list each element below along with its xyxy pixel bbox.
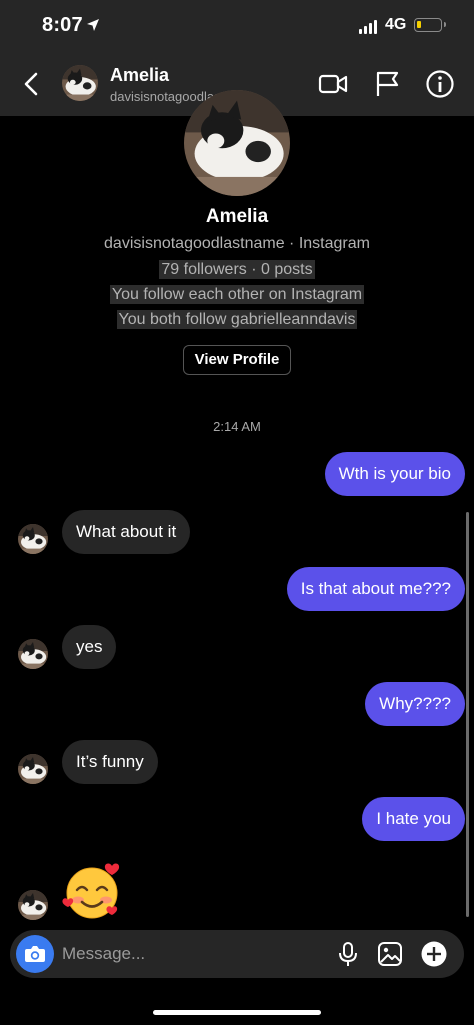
flag-icon[interactable] [372, 68, 404, 100]
message-received[interactable]: It’s funny [62, 740, 158, 784]
battery-icon [414, 18, 446, 32]
home-indicator[interactable] [153, 1010, 321, 1015]
profile-avatar[interactable] [184, 90, 290, 196]
header-contact-name[interactable]: Amelia [110, 65, 169, 86]
camera-button[interactable] [16, 935, 54, 973]
message-sent[interactable]: Wth is your bio [324, 452, 465, 496]
profile-stats: 79 followers · 0 posts [159, 260, 315, 279]
profile-follow-status: You follow each other on Instagram [109, 285, 365, 304]
message-sent[interactable]: Why???? [365, 682, 465, 726]
scrollbar[interactable] [466, 512, 469, 917]
profile-name: Amelia [205, 206, 269, 227]
smiling-face-with-hearts-icon[interactable] [62, 862, 124, 920]
status-time: 8:07 [42, 14, 83, 36]
sender-avatar[interactable] [18, 524, 48, 554]
microphone-icon[interactable] [334, 940, 362, 968]
network-type: 4G [385, 16, 407, 33]
profile-source-line: davisisnotagoodlastname · Instagram [104, 235, 370, 252]
video-call-icon[interactable] [317, 68, 349, 100]
status-bar: 8:07 4G [0, 0, 474, 52]
location-arrow-icon [87, 19, 99, 31]
message-received[interactable]: What about it [62, 510, 191, 554]
message-input[interactable] [62, 938, 322, 970]
info-icon[interactable] [424, 68, 456, 100]
message-timestamp: 2:14 AM [213, 419, 261, 434]
view-profile-button[interactable]: View Profile [183, 345, 291, 375]
message-received[interactable]: yes [62, 625, 117, 669]
sender-avatar[interactable] [18, 890, 48, 920]
message-sent[interactable]: Is that about me??? [286, 567, 465, 611]
gallery-icon[interactable] [376, 940, 404, 968]
profile-mutual-follow: You both follow gabrielleanndavis [116, 310, 358, 329]
signal-icon [359, 20, 377, 34]
message-composer [10, 930, 464, 978]
sender-avatar[interactable] [18, 639, 48, 669]
camera-icon [25, 946, 45, 962]
add-icon[interactable] [420, 940, 448, 968]
sender-avatar[interactable] [18, 754, 48, 784]
message-sent[interactable]: I hate you [362, 797, 465, 841]
header-avatar[interactable] [62, 65, 98, 101]
back-chevron-icon[interactable] [18, 68, 46, 100]
